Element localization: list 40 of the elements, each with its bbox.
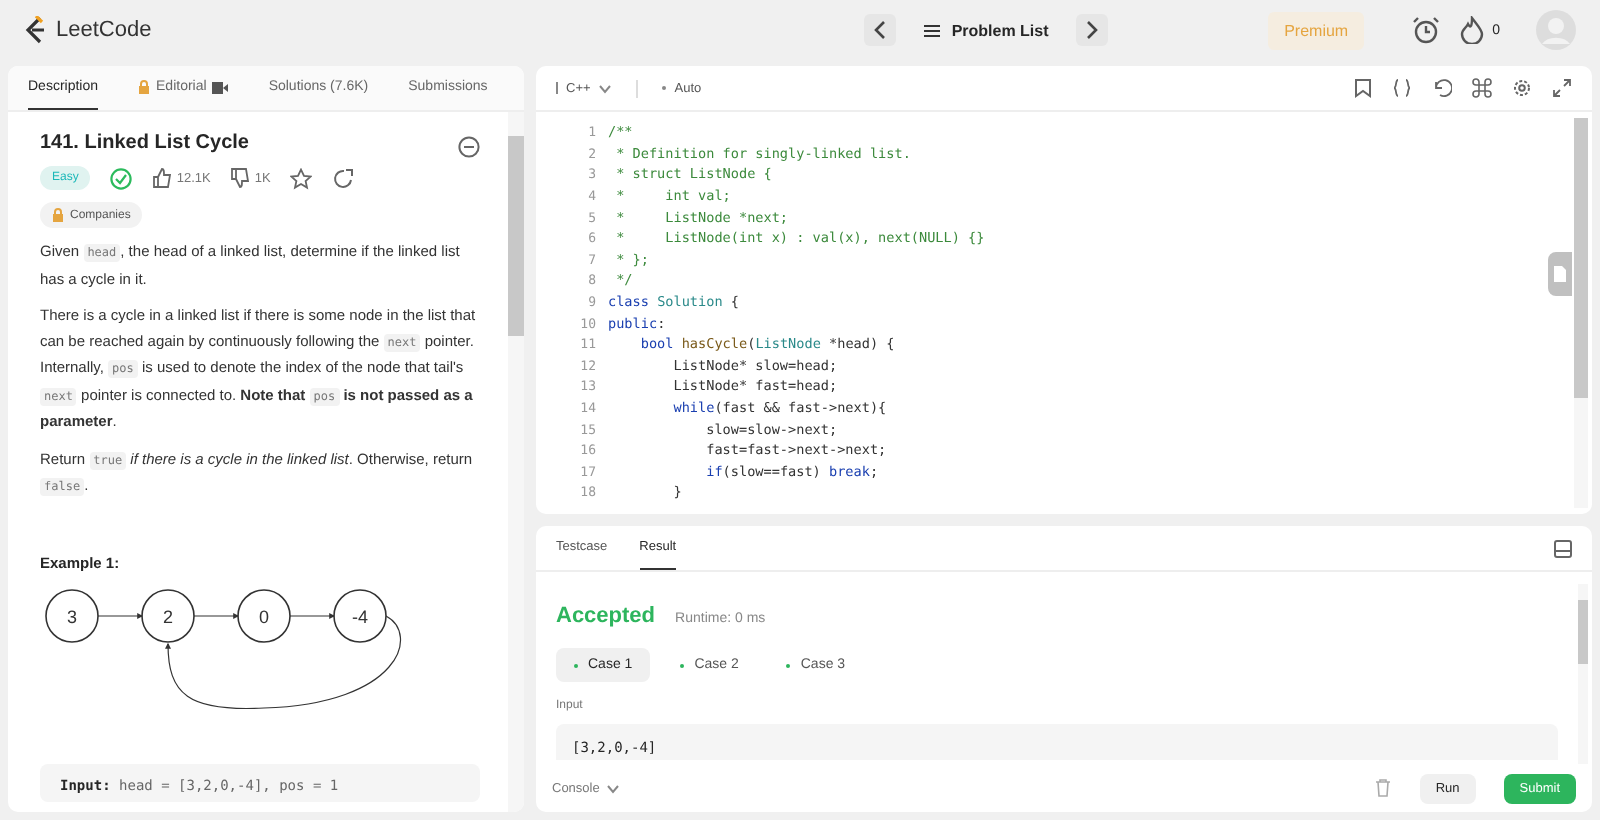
menu-icon: [923, 23, 940, 37]
share-icon[interactable]: [332, 167, 355, 189]
chevron-down-icon: [598, 83, 613, 93]
scrollbar[interactable]: [1574, 118, 1588, 508]
arrow: [97, 612, 144, 618]
lock-icon: [138, 80, 151, 94]
list-node: 0: [237, 588, 291, 642]
undo-icon[interactable]: [1432, 78, 1452, 98]
previous-button[interactable]: [863, 14, 896, 46]
more-icon[interactable]: [458, 136, 480, 158]
lock-icon: [52, 208, 64, 222]
chevron-down-icon: [605, 783, 620, 793]
problem-list-button[interactable]: Problem List: [907, 21, 1065, 39]
arrow: [289, 612, 336, 618]
logo-icon: [24, 16, 48, 44]
arrow: [193, 612, 240, 618]
thumbs-up-icon: [152, 168, 173, 188]
document-icon: [1552, 264, 1568, 284]
logo-text[interactable]: LeetCode: [56, 18, 152, 42]
chevron-right-icon: [1084, 20, 1101, 40]
bookmark-icon[interactable]: [1354, 78, 1372, 98]
alarm-clock-icon[interactable]: [1412, 16, 1441, 44]
problem-title: 141. Linked List Cycle: [40, 132, 249, 154]
list-node: 2: [141, 588, 195, 642]
flame-icon[interactable]: [1460, 16, 1485, 44]
minimize-icon[interactable]: [1554, 539, 1572, 557]
expand-icon[interactable]: [1552, 78, 1572, 98]
list-node: -4: [333, 588, 387, 642]
thumbs-down-icon: [230, 168, 251, 188]
star-icon[interactable]: [290, 167, 313, 189]
next-button[interactable]: [1076, 14, 1109, 46]
command-icon[interactable]: [1472, 78, 1492, 98]
result-status: Accepted: [556, 604, 656, 628]
settings-icon[interactable]: [1512, 78, 1532, 98]
chevron-left-icon: [871, 20, 888, 40]
scrollbar[interactable]: [1578, 584, 1588, 764]
scrollbar[interactable]: [508, 112, 524, 812]
list-node: 3: [45, 588, 99, 642]
braces-icon[interactable]: [1392, 78, 1412, 98]
video-camera-icon: [212, 81, 229, 93]
